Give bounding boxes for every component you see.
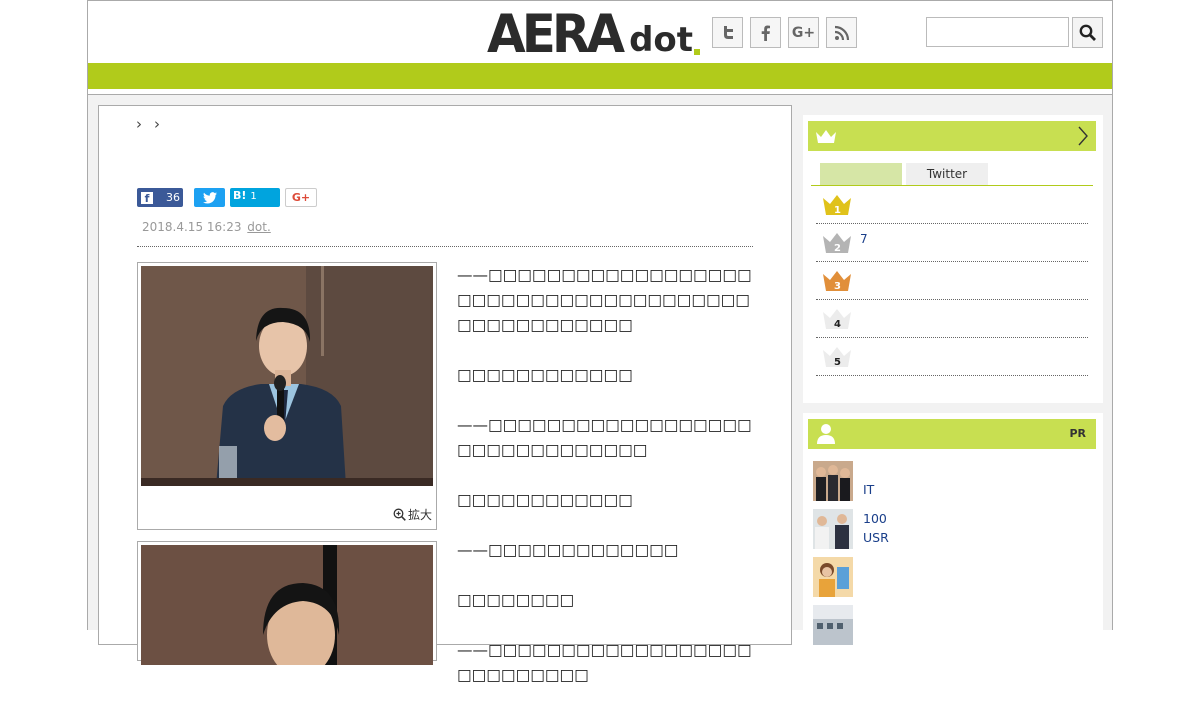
page: AERA dot G+ › › f 36 B! 1 G+ 2018.4.15 1… <box>87 0 1113 684</box>
ranking-header[interactable] <box>808 121 1096 151</box>
google-plus-button[interactable]: G+ <box>788 17 819 48</box>
pr-header: PR <box>808 419 1096 449</box>
article-photo[interactable] <box>141 545 433 665</box>
pr-line: USR <box>863 530 889 545</box>
rank-number: 5 <box>834 357 841 368</box>
pr-line: 100 <box>863 511 887 526</box>
breadcrumb-separator: › <box>136 115 142 133</box>
pr-thumbnail[interactable] <box>813 557 853 597</box>
pr-thumbnail[interactable] <box>813 605 853 645</box>
facebook-share-count: 36 <box>166 191 180 204</box>
content-area: › › f 36 B! 1 G+ 2018.4.15 16:23 dot. 拡大… <box>88 94 1112 684</box>
pr-image <box>813 605 853 645</box>
nav-bar <box>88 63 1112 89</box>
zoom-in-icon <box>393 508 406 521</box>
rank-1-crown-icon: 1 <box>823 195 851 216</box>
search-icon <box>1079 24 1096 41</box>
article-paragraph: ——□□□□□□□□□□□□□□□□□□□□□□□□□□□ <box>457 641 752 684</box>
google-plus-icon: G+ <box>791 24 816 41</box>
facebook-icon: f <box>141 191 153 205</box>
ranking-item[interactable]: 1 <box>816 186 1088 224</box>
article-photo[interactable] <box>141 266 433 486</box>
rank-number: 3 <box>834 281 841 292</box>
facebook-icon <box>761 25 770 41</box>
rank-3-crown-icon: 3 <box>823 271 851 292</box>
rank-number: 2 <box>834 243 841 254</box>
article-paragraph: ——□□□□□□□□□□□□□ <box>457 541 679 559</box>
ranking-item[interactable]: 2 7 <box>816 224 1088 262</box>
logo-sub-text: dot <box>629 20 694 60</box>
pr-item-text[interactable]: 100 USR <box>863 509 889 547</box>
photo-figure <box>137 541 437 665</box>
divider <box>137 246 753 247</box>
chevron-right-icon <box>1078 126 1088 146</box>
photo-image <box>141 545 433 665</box>
pr-line: IT <box>863 482 875 497</box>
ranking-item[interactable]: 3 <box>816 262 1088 300</box>
twitter-share-button[interactable] <box>194 188 225 207</box>
google-plus-icon: G+ <box>291 191 311 204</box>
article-paragraph: □□□□□□□□□□□□ <box>457 366 633 384</box>
zoom-label: 拡大 <box>407 508 432 522</box>
article-paragraph: □□□□□□□□ <box>457 591 575 609</box>
article-paragraph: □□□□□□□□□□□□ <box>457 491 633 509</box>
ranking-item[interactable]: 4 <box>816 300 1088 338</box>
pr-item-text[interactable]: IT <box>863 461 874 499</box>
source-link[interactable]: dot. <box>247 220 270 234</box>
pr-label: PR <box>1069 427 1086 440</box>
rss-button[interactable] <box>826 17 857 48</box>
search-input[interactable] <box>926 17 1069 47</box>
rank-2-crown-icon: 2 <box>823 233 851 254</box>
logo-dot-mark <box>694 49 701 55</box>
twitter-icon <box>202 191 217 204</box>
publish-date: 2018.4.15 16:23 <box>142 220 242 234</box>
article-body: ——□□□□□□□□□□□□□□□□□□□□□□□□□□□□□□□□□□□□□□… <box>457 263 757 713</box>
pr-thumbnail[interactable] <box>813 461 853 501</box>
ranking-item[interactable]: 5 <box>816 338 1088 376</box>
pr-panel: PR IT 100 USR <box>803 413 1103 645</box>
tab-ranking-access[interactable] <box>820 163 902 185</box>
pr-line <box>863 461 874 480</box>
facebook-share-button[interactable]: f 36 <box>137 188 183 207</box>
crown-icon <box>816 130 836 143</box>
photo-image <box>141 266 433 486</box>
breadcrumb-separator: › <box>154 115 160 133</box>
site-logo[interactable]: AERA dot <box>487 3 701 65</box>
hatena-icon: B! <box>233 189 247 202</box>
search-button[interactable] <box>1072 17 1103 48</box>
pr-image <box>813 557 853 597</box>
rank-number: 1 <box>834 205 841 216</box>
pr-image <box>813 461 853 501</box>
rank-4-crown-icon: 4 <box>823 309 851 330</box>
zoom-button[interactable]: 拡大 <box>393 506 432 523</box>
photo-figure: 拡大 <box>137 262 437 530</box>
tab-ranking-twitter[interactable]: Twitter <box>906 163 988 185</box>
twitter-icon <box>723 25 733 39</box>
twitter-button[interactable] <box>712 17 743 48</box>
ranking-tabs: Twitter <box>820 163 988 185</box>
pr-image <box>813 509 853 549</box>
article: › › f 36 B! 1 G+ 2018.4.15 16:23 dot. 拡大… <box>98 105 792 684</box>
rank-5-crown-icon: 5 <box>823 347 851 368</box>
facebook-button[interactable] <box>750 17 781 48</box>
hatena-bookmark-button[interactable]: B! 1 <box>230 188 280 207</box>
pr-thumbnail[interactable] <box>813 509 853 549</box>
hatena-count: 1 <box>250 191 257 202</box>
ranking-panel: Twitter 1 2 7 3 4 5 <box>803 115 1103 403</box>
ranking-title: 7 <box>860 232 868 246</box>
google-plus-share-button[interactable]: G+ <box>285 188 317 207</box>
logo-main-text: AERA <box>487 3 625 65</box>
rank-number: 4 <box>834 319 841 330</box>
article-paragraph: ——□□□□□□□□□□□□□□□□□□□□□□□□□□□□□□□□□□□□□□… <box>457 266 752 334</box>
person-icon <box>817 424 835 444</box>
site-header: AERA dot G+ <box>88 0 1112 63</box>
rss-icon <box>834 25 849 40</box>
article-meta: 2018.4.15 16:23 dot. <box>142 220 271 234</box>
article-paragraph: ——□□□□□□□□□□□□□□□□□□□□□□□□□□□□□□□ <box>457 416 752 459</box>
